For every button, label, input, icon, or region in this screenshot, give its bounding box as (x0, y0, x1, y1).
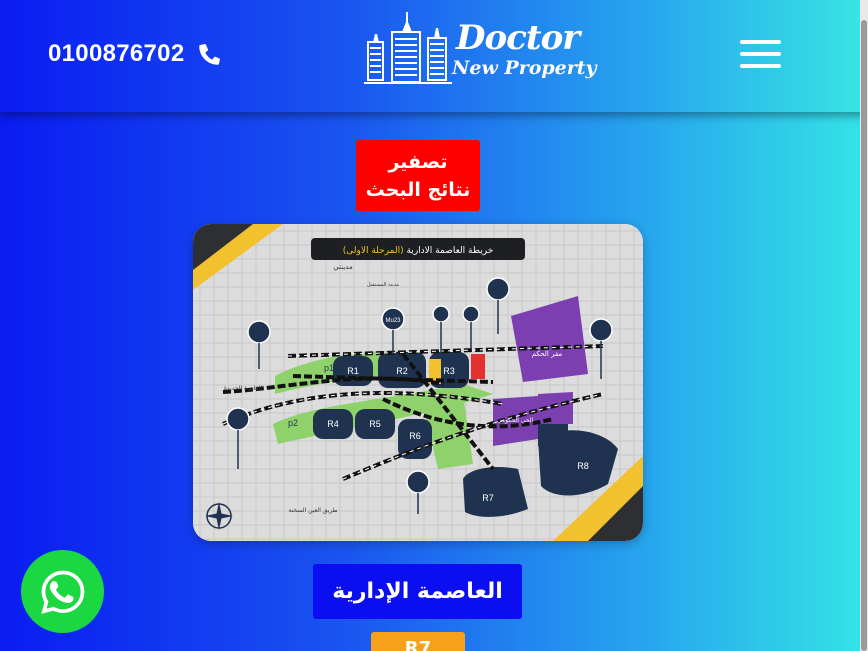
phone-link[interactable]: 0100876702 (48, 38, 224, 70)
zone-label: p1 (324, 363, 334, 373)
whatsapp-icon (40, 570, 84, 614)
phone-icon (199, 44, 221, 65)
map-label-ain-sokhna: طريق العين السخنة (288, 507, 337, 514)
map-label-gov-district: الحي الحكومي (497, 417, 534, 424)
whatsapp-button[interactable] (21, 550, 104, 633)
zone-label-mu23: Mu23 (385, 318, 401, 324)
category-button[interactable]: العاصمة الإدارية (313, 564, 522, 619)
hamburger-icon-line (740, 64, 781, 68)
zone-label: R6 (409, 431, 421, 441)
scrollbar-thumb[interactable] (861, 20, 867, 651)
project-tag-button[interactable]: R7 (371, 632, 465, 651)
reset-search-button[interactable]: تصفير نتائج البحث (356, 140, 480, 211)
zone-label: R2 (396, 366, 408, 376)
map-label-gov-seat: مقر الحكم (532, 350, 563, 358)
capital-map-illustration: خريطة العاصمة الادارية (المرحلة الاولى) (193, 224, 643, 541)
zone-label: R3 (443, 366, 455, 376)
zone-label: R1 (347, 366, 359, 376)
zone-label: R5 (369, 419, 381, 429)
site-header: 0100876702 Doctor New Property (0, 0, 868, 112)
map-title-highlight: (المرحلة الاولى) (343, 246, 407, 256)
zone-label: R7 (482, 493, 494, 503)
hamburger-menu-button[interactable] (740, 40, 782, 68)
hamburger-icon-line (740, 52, 781, 56)
zone-label: R8 (577, 461, 589, 471)
map-label-mostaqbal: مدينة المستقبل (367, 282, 399, 288)
zone-label: p2 (288, 418, 298, 428)
map-title: خريطة العاصمة الادارية (المرحلة الاولى) (343, 246, 494, 256)
map-label-madinaty: مدينتي (333, 263, 353, 271)
hamburger-icon (740, 40, 781, 44)
skyscrapers-logo-icon (364, 12, 452, 84)
site-logo[interactable]: Doctor New Property (362, 10, 597, 88)
zone-label: R4 (327, 419, 339, 429)
phone-number: 0100876702 (48, 40, 185, 67)
logo-text-new-property: New Property (452, 57, 597, 79)
project-map-image[interactable]: خريطة العاصمة الادارية (المرحلة الاولى) (193, 224, 643, 541)
logo-text-doctor: Doctor (456, 18, 580, 58)
map-label-new-cairo: القاهرة الجديدة (224, 385, 263, 392)
